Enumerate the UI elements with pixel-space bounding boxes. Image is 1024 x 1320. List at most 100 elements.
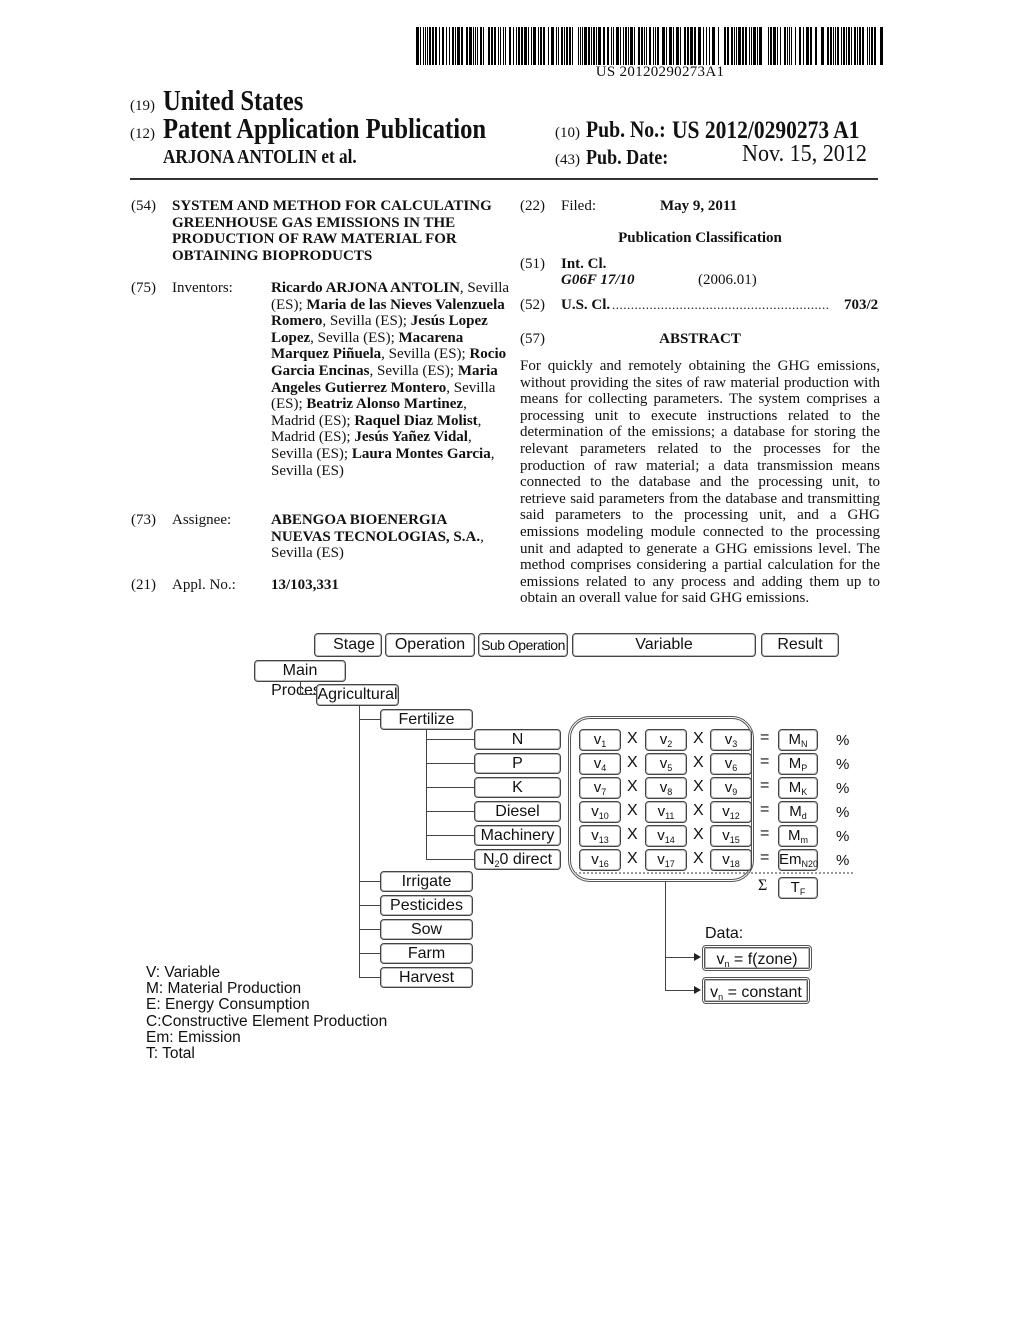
header-variable: Variable bbox=[572, 633, 756, 657]
total-symbol: T bbox=[790, 879, 800, 896]
header-sub-operation: Sub Operation bbox=[478, 633, 568, 657]
connector bbox=[426, 787, 474, 788]
var-subscript: 4 bbox=[601, 763, 607, 773]
result-subscript: P bbox=[801, 763, 808, 773]
equals-sign: = bbox=[760, 729, 770, 746]
var-subscript: 3 bbox=[732, 739, 738, 749]
sub-operation-node: N bbox=[474, 729, 561, 750]
sub-op-label-rest: 0 direct bbox=[499, 851, 553, 868]
result-symbol: M bbox=[788, 779, 802, 796]
sub-operation-node: N20 direct bbox=[474, 849, 561, 870]
var-subscript: 1 bbox=[601, 739, 607, 749]
percent-sign: % bbox=[836, 732, 850, 749]
variable-box: v17 bbox=[645, 849, 687, 871]
var-subscript: 7 bbox=[601, 787, 607, 797]
var-subscript: 10 bbox=[598, 811, 609, 821]
data-connector bbox=[665, 990, 697, 991]
percent-sign: % bbox=[836, 780, 850, 797]
total-result: TF bbox=[778, 877, 818, 899]
connector bbox=[300, 694, 316, 695]
result-subscript: K bbox=[801, 787, 808, 797]
connector bbox=[359, 905, 380, 906]
operation-node-fertilize: Fertilize bbox=[380, 709, 473, 730]
connector bbox=[426, 859, 474, 860]
var-symbol: v bbox=[591, 803, 599, 820]
var-subscript: 11 bbox=[665, 811, 675, 821]
connector bbox=[359, 977, 380, 978]
equals-sign: = bbox=[760, 825, 770, 842]
legend-entry: Em: Emission bbox=[146, 1028, 241, 1046]
variable-box: v8 bbox=[645, 777, 687, 799]
percent-sign: % bbox=[836, 756, 850, 773]
sum-separator bbox=[575, 872, 853, 874]
result-symbol: Em bbox=[779, 851, 802, 868]
arrow-icon bbox=[694, 986, 701, 994]
header-result: Result bbox=[761, 633, 839, 657]
var-symbol: v bbox=[722, 803, 730, 820]
result-box: MK bbox=[778, 777, 818, 799]
var-subscript: 16 bbox=[598, 859, 609, 869]
total-subscript: F bbox=[799, 887, 806, 897]
var-subscript: 5 bbox=[667, 763, 673, 773]
sub-operation-node: K bbox=[474, 777, 561, 798]
legend: V: Variable M: Material Production E: Ener… bbox=[146, 964, 388, 1063]
operation-node-farm: Farm bbox=[380, 943, 473, 964]
data-connector bbox=[665, 882, 666, 990]
sub-operations-trunk bbox=[426, 730, 427, 860]
operations-trunk bbox=[359, 706, 360, 978]
result-symbol: M bbox=[789, 803, 802, 820]
var-symbol: v bbox=[591, 827, 599, 844]
variable-box: v9 bbox=[710, 777, 752, 799]
connector bbox=[300, 682, 301, 694]
header-operation: Operation bbox=[385, 633, 475, 657]
variable-box: v3 bbox=[710, 729, 752, 751]
equals-sign: = bbox=[760, 801, 770, 818]
percent-sign: % bbox=[836, 804, 850, 821]
variable-box: v16 bbox=[579, 849, 621, 871]
legend-entry: C:Constructive Element Production bbox=[146, 1012, 388, 1030]
legend-entry: M: Material Production bbox=[146, 980, 302, 998]
var-symbol: v bbox=[657, 827, 665, 844]
variable-box: v4 bbox=[579, 753, 621, 775]
header-stage: Stage bbox=[314, 633, 382, 657]
multiply-sign: X bbox=[627, 850, 638, 867]
variable-box: v11 bbox=[645, 801, 687, 823]
variable-box: v14 bbox=[645, 825, 687, 847]
multiply-sign: X bbox=[693, 802, 704, 819]
multiply-sign: X bbox=[693, 778, 704, 795]
connector bbox=[426, 763, 474, 764]
var-symbol: v bbox=[657, 803, 666, 820]
var-symbol: v bbox=[722, 827, 730, 844]
equals-sign: = bbox=[760, 849, 770, 866]
figure-diagram: Stage Operation Sub Operation Variable R… bbox=[0, 0, 1024, 1320]
percent-sign: % bbox=[836, 852, 850, 869]
legend-entry: V: Variable bbox=[146, 964, 221, 981]
var-subscript: 14 bbox=[664, 835, 675, 845]
result-symbol: M bbox=[788, 731, 802, 748]
legend-entry: T: Total bbox=[146, 1045, 195, 1063]
operation-node-irrigate: Irrigate bbox=[380, 871, 473, 892]
result-subscript: N20 bbox=[801, 859, 819, 869]
multiply-sign: X bbox=[627, 730, 638, 747]
percent-sign: % bbox=[836, 828, 850, 845]
result-box: EmN20 bbox=[778, 849, 818, 871]
equals-sign: = bbox=[760, 777, 770, 794]
result-box: MN bbox=[778, 729, 818, 751]
main-process-node: Main Process bbox=[254, 660, 346, 699]
legend-entry: E: Energy Consumption bbox=[146, 996, 310, 1014]
variable-box: v2 bbox=[645, 729, 687, 751]
result-box: Md bbox=[778, 801, 818, 823]
result-subscript: d bbox=[801, 811, 807, 821]
connector bbox=[359, 719, 380, 720]
result-subscript: N bbox=[801, 739, 808, 749]
operation-node-harvest: Harvest bbox=[380, 967, 473, 988]
equals-sign: = bbox=[760, 753, 770, 770]
variable-box: v13 bbox=[579, 825, 621, 847]
result-box: Mm bbox=[778, 825, 818, 847]
var-subscript: 13 bbox=[598, 835, 609, 845]
data-label: Data: bbox=[705, 925, 744, 942]
var-subscript: 15 bbox=[729, 835, 740, 845]
var-subscript: 8 bbox=[667, 787, 673, 797]
var-subscript: 2 bbox=[667, 739, 673, 749]
var-subscript: 9 bbox=[732, 787, 738, 797]
